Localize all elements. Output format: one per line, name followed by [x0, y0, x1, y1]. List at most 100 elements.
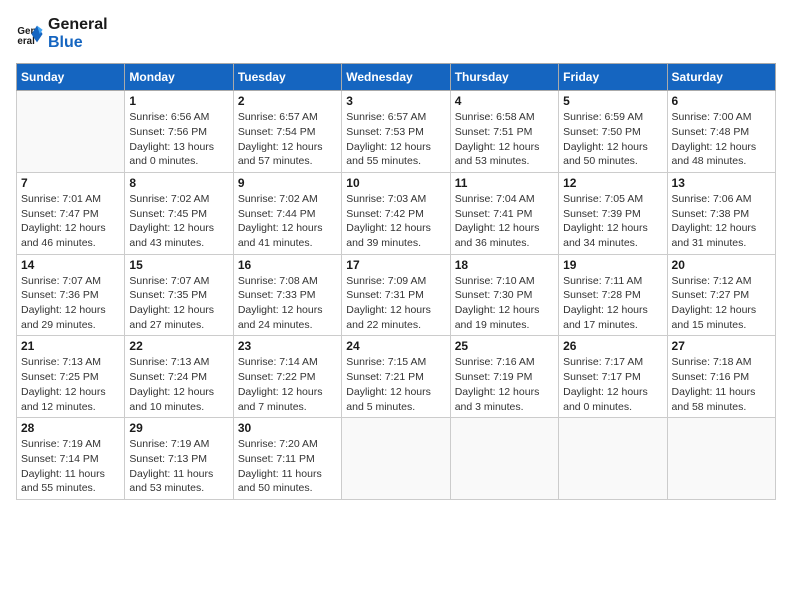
svg-text:eral: eral [17, 35, 35, 46]
calendar-cell [667, 418, 775, 500]
calendar-cell: 1 Sunrise: 6:56 AMSunset: 7:56 PMDaylight… [125, 91, 233, 173]
calendar-cell [450, 418, 558, 500]
calendar-cell: 18Sunrise: 7:10 AMSunset: 7:30 PMDayligh… [450, 254, 558, 336]
day-info: Sunrise: 7:17 AMSunset: 7:17 PMDaylight:… [563, 355, 662, 414]
calendar-cell: 2 Sunrise: 6:57 AMSunset: 7:54 PMDaylight… [233, 91, 341, 173]
calendar-week-1: 1 Sunrise: 6:56 AMSunset: 7:56 PMDaylight… [17, 91, 776, 173]
day-number: 15 [129, 258, 228, 272]
day-info: Sunrise: 7:19 AMSunset: 7:14 PMDaylight:… [21, 437, 120, 496]
day-info: Sunrise: 7:20 AMSunset: 7:11 PMDaylight:… [238, 437, 337, 496]
calendar-cell: 14 Sunrise: 7:07 AMSunset: 7:36 PMDayligh… [17, 254, 125, 336]
day-number: 11 [455, 176, 554, 190]
day-info: Sunrise: 7:06 AMSunset: 7:38 PMDaylight:… [672, 192, 771, 251]
day-number: 17 [346, 258, 445, 272]
calendar-cell: 10Sunrise: 7:03 AMSunset: 7:42 PMDayligh… [342, 172, 450, 254]
day-number: 16 [238, 258, 337, 272]
day-info: Sunrise: 7:02 AMSunset: 7:44 PMDaylight:… [238, 192, 337, 251]
day-number: 30 [238, 421, 337, 435]
calendar-cell: 30 Sunrise: 7:20 AMSunset: 7:11 PMDayligh… [233, 418, 341, 500]
calendar-cell: 4Sunrise: 6:58 AMSunset: 7:51 PMDaylight… [450, 91, 558, 173]
day-info: Sunrise: 7:04 AMSunset: 7:41 PMDaylight:… [455, 192, 554, 251]
day-number: 3 [346, 94, 445, 108]
day-info: Sunrise: 7:05 AMSunset: 7:39 PMDaylight:… [563, 192, 662, 251]
calendar-cell: 29 Sunrise: 7:19 AMSunset: 7:13 PMDayligh… [125, 418, 233, 500]
header-sunday: Sunday [17, 64, 125, 91]
calendar-cell: 15Sunrise: 7:07 AMSunset: 7:35 PMDayligh… [125, 254, 233, 336]
logo-text: General [48, 16, 108, 34]
calendar-week-5: 28 Sunrise: 7:19 AMSunset: 7:14 PMDayligh… [17, 418, 776, 500]
calendar-cell: 19 Sunrise: 7:11 AMSunset: 7:28 PMDayligh… [559, 254, 667, 336]
page-header: Gen eral General Blue [16, 16, 776, 51]
day-number: 2 [238, 94, 337, 108]
day-info: Sunrise: 6:58 AMSunset: 7:51 PMDaylight:… [455, 110, 554, 169]
day-number: 6 [672, 94, 771, 108]
header-thursday: Thursday [450, 64, 558, 91]
day-number: 28 [21, 421, 120, 435]
day-info: Sunrise: 7:13 AMSunset: 7:25 PMDaylight:… [21, 355, 120, 414]
day-info: Sunrise: 7:02 AMSunset: 7:45 PMDaylight:… [129, 192, 228, 251]
day-number: 10 [346, 176, 445, 190]
day-info: Sunrise: 7:14 AMSunset: 7:22 PMDaylight:… [238, 355, 337, 414]
header-tuesday: Tuesday [233, 64, 341, 91]
day-number: 22 [129, 339, 228, 353]
calendar-week-2: 7 Sunrise: 7:01 AMSunset: 7:47 PMDaylight… [17, 172, 776, 254]
day-number: 12 [563, 176, 662, 190]
day-number: 20 [672, 258, 771, 272]
day-info: Sunrise: 7:10 AMSunset: 7:30 PMDaylight:… [455, 274, 554, 333]
day-number: 7 [21, 176, 120, 190]
day-info: Sunrise: 6:57 AMSunset: 7:54 PMDaylight:… [238, 110, 337, 169]
calendar-cell: 6Sunrise: 7:00 AMSunset: 7:48 PMDaylight… [667, 91, 775, 173]
day-info: Sunrise: 6:59 AMSunset: 7:50 PMDaylight:… [563, 110, 662, 169]
day-info: Sunrise: 7:19 AMSunset: 7:13 PMDaylight:… [129, 437, 228, 496]
logo-icon: Gen eral [16, 20, 44, 48]
header-wednesday: Wednesday [342, 64, 450, 91]
day-number: 26 [563, 339, 662, 353]
calendar-cell: 8 Sunrise: 7:02 AMSunset: 7:45 PMDaylight… [125, 172, 233, 254]
calendar-cell: 22Sunrise: 7:13 AMSunset: 7:24 PMDayligh… [125, 336, 233, 418]
calendar-week-3: 14 Sunrise: 7:07 AMSunset: 7:36 PMDayligh… [17, 254, 776, 336]
calendar-cell: 25 Sunrise: 7:16 AMSunset: 7:19 PMDayligh… [450, 336, 558, 418]
day-info: Sunrise: 7:11 AMSunset: 7:28 PMDaylight:… [563, 274, 662, 333]
day-info: Sunrise: 7:08 AMSunset: 7:33 PMDaylight:… [238, 274, 337, 333]
calendar-cell: 16 Sunrise: 7:08 AMSunset: 7:33 PMDayligh… [233, 254, 341, 336]
calendar-cell [559, 418, 667, 500]
calendar-cell: 13 Sunrise: 7:06 AMSunset: 7:38 PMDayligh… [667, 172, 775, 254]
calendar-cell: 7 Sunrise: 7:01 AMSunset: 7:47 PMDaylight… [17, 172, 125, 254]
day-number: 24 [346, 339, 445, 353]
calendar-cell: 23 Sunrise: 7:14 AMSunset: 7:22 PMDayligh… [233, 336, 341, 418]
day-info: Sunrise: 7:15 AMSunset: 7:21 PMDaylight:… [346, 355, 445, 414]
calendar-cell: 12 Sunrise: 7:05 AMSunset: 7:39 PMDayligh… [559, 172, 667, 254]
calendar-cell: 21 Sunrise: 7:13 AMSunset: 7:25 PMDayligh… [17, 336, 125, 418]
calendar-cell: 11 Sunrise: 7:04 AMSunset: 7:41 PMDayligh… [450, 172, 558, 254]
day-info: Sunrise: 7:07 AMSunset: 7:36 PMDaylight:… [21, 274, 120, 333]
day-number: 9 [238, 176, 337, 190]
header-saturday: Saturday [667, 64, 775, 91]
header-friday: Friday [559, 64, 667, 91]
calendar-cell: 27Sunrise: 7:18 AMSunset: 7:16 PMDayligh… [667, 336, 775, 418]
day-number: 14 [21, 258, 120, 272]
day-number: 19 [563, 258, 662, 272]
calendar-cell: 24 Sunrise: 7:15 AMSunset: 7:21 PMDayligh… [342, 336, 450, 418]
header-monday: Monday [125, 64, 233, 91]
day-info: Sunrise: 7:16 AMSunset: 7:19 PMDaylight:… [455, 355, 554, 414]
day-number: 21 [21, 339, 120, 353]
day-info: Sunrise: 7:01 AMSunset: 7:47 PMDaylight:… [21, 192, 120, 251]
day-number: 13 [672, 176, 771, 190]
day-number: 27 [672, 339, 771, 353]
day-number: 29 [129, 421, 228, 435]
calendar-cell: 3Sunrise: 6:57 AMSunset: 7:53 PMDaylight… [342, 91, 450, 173]
day-number: 23 [238, 339, 337, 353]
calendar-cell [342, 418, 450, 500]
calendar-cell: 28 Sunrise: 7:19 AMSunset: 7:14 PMDayligh… [17, 418, 125, 500]
day-info: Sunrise: 6:56 AMSunset: 7:56 PMDaylight:… [129, 110, 228, 169]
calendar-table: SundayMondayTuesdayWednesdayThursdayFrid… [16, 63, 776, 500]
day-info: Sunrise: 7:12 AMSunset: 7:27 PMDaylight:… [672, 274, 771, 333]
day-number: 1 [129, 94, 228, 108]
day-number: 5 [563, 94, 662, 108]
day-number: 25 [455, 339, 554, 353]
calendar-week-4: 21 Sunrise: 7:13 AMSunset: 7:25 PMDayligh… [17, 336, 776, 418]
logo: Gen eral General Blue [16, 16, 108, 51]
calendar-cell: 20 Sunrise: 7:12 AMSunset: 7:27 PMDayligh… [667, 254, 775, 336]
day-number: 8 [129, 176, 228, 190]
calendar-header-row: SundayMondayTuesdayWednesdayThursdayFrid… [17, 64, 776, 91]
